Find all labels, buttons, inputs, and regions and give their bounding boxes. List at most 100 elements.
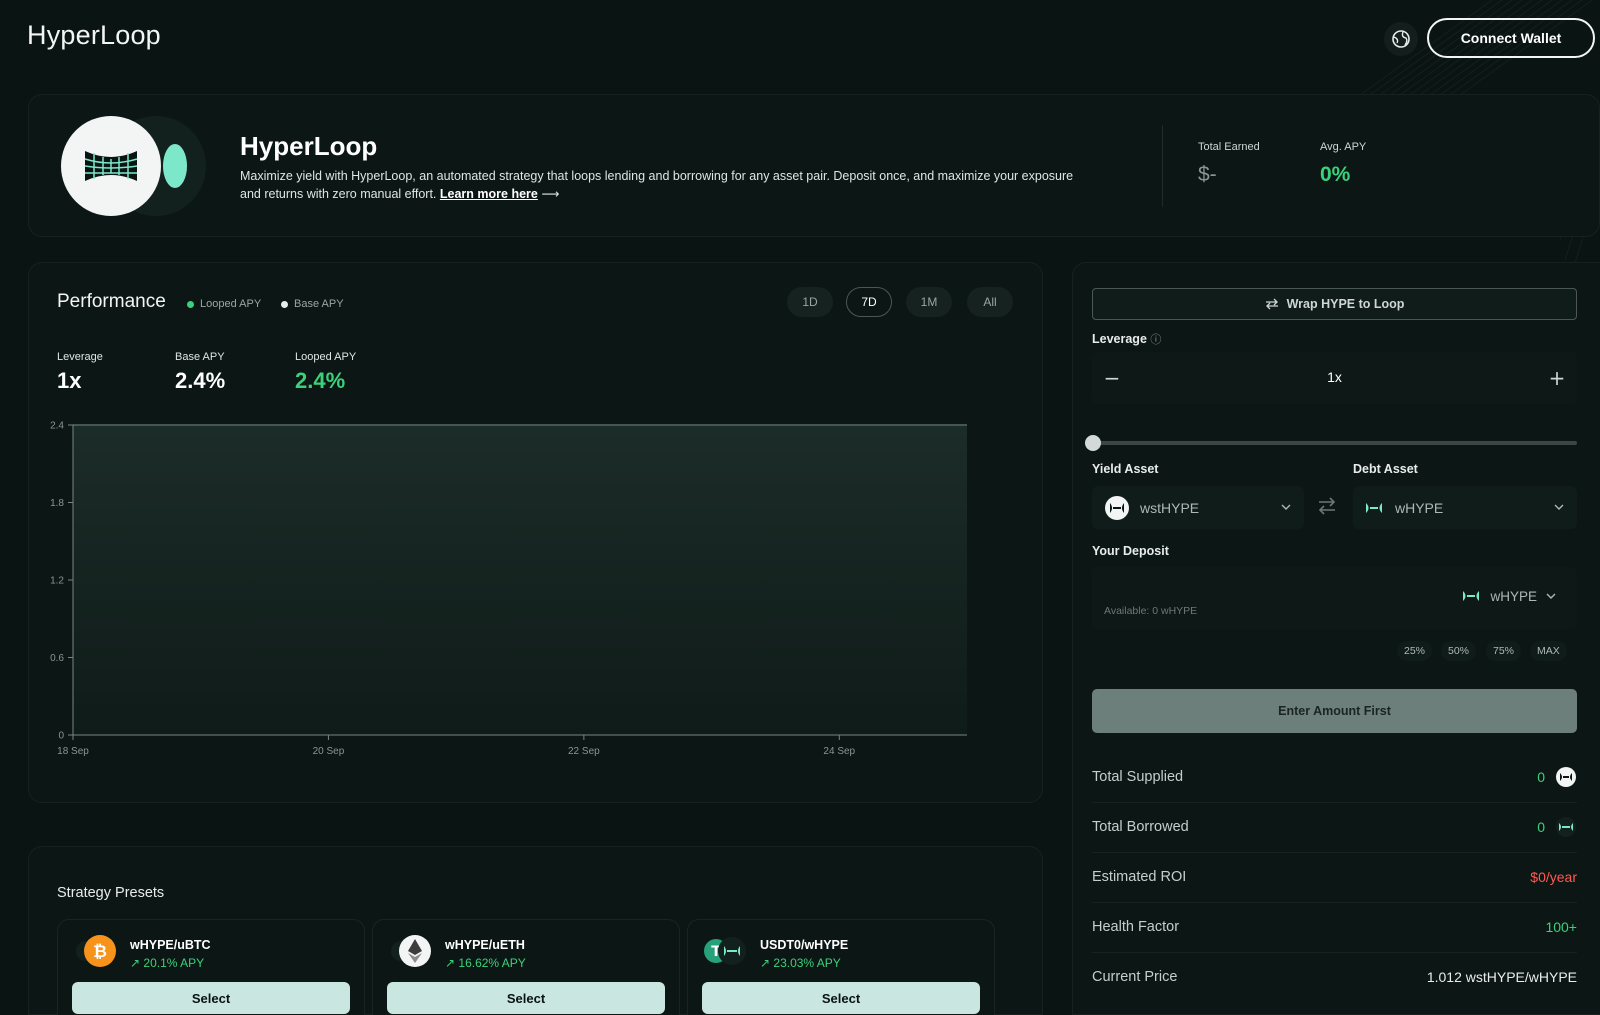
debt-asset-select[interactable]: wHYPE <box>1353 486 1577 529</box>
preset-card-whype-ubtc: ₿ wHYPE/uBTC ↗ 20.1% APY Select <box>57 919 365 1015</box>
estimated-roi-row: Estimated ROI $0/year <box>1092 853 1577 903</box>
percent-50-button[interactable]: 50% <box>1441 641 1477 661</box>
preset-apy: ↗ 23.03% APY <box>760 956 841 970</box>
svg-text:₿: ₿ <box>93 942 107 962</box>
chevron-down-icon <box>1281 504 1291 510</box>
arrow-right-icon: ⟶ <box>541 187 560 201</box>
hero-divider <box>1162 125 1163 207</box>
yield-asset-label: Yield Asset <box>1092 462 1159 476</box>
preset-apy: ↗ 20.1% APY <box>130 956 205 970</box>
y-tick-label: 1.8 <box>50 498 64 509</box>
preset-apy-value: 16.62% APY <box>458 956 526 970</box>
whype-token-icon <box>1556 817 1576 837</box>
y-tick-label: 2.4 <box>50 421 64 432</box>
leverage-label-text: Leverage <box>1092 332 1147 346</box>
swap-arrows-icon <box>1265 298 1278 310</box>
total-supplied-row: Total Supplied 0 <box>1092 753 1577 803</box>
preset-apy: ↗ 16.62% APY <box>445 956 526 970</box>
avg-apy-label: Avg. APY <box>1320 141 1367 153</box>
x-tick-label: 18 Sep <box>57 746 89 757</box>
total-earned-label: Total Earned <box>1198 141 1260 153</box>
leverage-label: Leverage ⓘ <box>1092 331 1161 347</box>
brand-logo[interactable]: HyperLoop <box>27 20 161 51</box>
deposit-token-value: wHYPE <box>1490 588 1537 604</box>
total-supplied-label: Total Supplied <box>1092 769 1184 785</box>
increase-leverage-button[interactable]: + <box>1541 362 1573 394</box>
yield-asset-select[interactable]: wstHYPE <box>1092 486 1304 529</box>
health-factor-row: Health Factor 100+ <box>1092 903 1577 953</box>
wrap-hype-button[interactable]: Wrap HYPE to Loop <box>1092 288 1577 320</box>
chevron-down-icon <box>1554 504 1564 510</box>
deposit-token-select[interactable]: wHYPE <box>1460 585 1557 607</box>
total-supplied-value: 0 <box>1537 769 1545 785</box>
yield-asset-value: wstHYPE <box>1140 499 1200 516</box>
preset-card-usdt0-whype: T USDT0/wHYPE ↗ 23.03% APY Select <box>687 919 995 1015</box>
hero-description-text: Maximize yield with HyperLoop, an automa… <box>240 169 1074 201</box>
wrap-hype-label: Wrap HYPE to Loop <box>1286 297 1405 311</box>
percent-25-button[interactable]: 25% <box>1397 641 1433 661</box>
preset-card-whype-ueth: wHYPE/uETH ↗ 16.62% APY Select <box>372 919 680 1015</box>
strategy-presets-title: Strategy Presets <box>57 885 165 901</box>
health-factor-value: 100+ <box>1545 919 1577 935</box>
avg-apy-value: 0% <box>1320 163 1351 186</box>
preset-name: USDT0/wHYPE <box>760 938 849 952</box>
total-borrowed-label: Total Borrowed <box>1092 819 1189 835</box>
swap-assets-icon[interactable] <box>1316 495 1338 522</box>
current-price-value: 1.012 wstHYPE/wHYPE <box>1426 969 1577 985</box>
deposit-amount-input[interactable]: Available: 0 wHYPE wHYPE <box>1092 567 1577 629</box>
performance-chart: 0 0.6 1.2 1.8 2.4 18 Sep 20 Sep 22 Sep 24 Sep <box>50 421 967 757</box>
info-icon[interactable]: ⓘ <box>1150 334 1161 346</box>
performance-card: Performance Looped APY Base APY 1D 7D 1M… <box>28 262 1043 803</box>
health-factor-label: Health Factor <box>1092 919 1180 935</box>
enter-amount-button[interactable]: Enter Amount First <box>1092 689 1577 733</box>
leverage-slider-handle[interactable] <box>1085 435 1101 451</box>
preset-apy-value: 23.03% APY <box>773 956 841 970</box>
your-deposit-label: Your Deposit <box>1092 544 1169 558</box>
hyperloop-logo-icon <box>61 116 206 216</box>
deposit-available: Available: 0 wHYPE <box>1104 605 1198 617</box>
x-tick-label: 22 Sep <box>568 746 600 757</box>
current-price-label: Current Price <box>1092 969 1178 985</box>
wsthype-token-icon <box>1556 767 1576 787</box>
y-tick-label: 0 <box>58 731 64 742</box>
total-borrowed-row: Total Borrowed 0 <box>1092 803 1577 853</box>
debt-asset-value: wHYPE <box>1395 499 1444 516</box>
leverage-stepper: − 1x + <box>1092 352 1577 404</box>
hero-description: Maximize yield with HyperLoop, an automa… <box>240 167 1080 203</box>
leverage-slider[interactable] <box>1092 441 1577 445</box>
preset-name: wHYPE/uBTC <box>130 938 211 952</box>
estimated-roi-value: $0/year <box>1530 869 1577 885</box>
preset-select-button[interactable]: Select <box>702 982 980 1014</box>
y-tick-label: 0.6 <box>50 653 64 664</box>
learn-more-link[interactable]: Learn more here <box>440 187 538 201</box>
hero-card: HyperLoop Maximize yield with HyperLoop,… <box>28 94 1600 237</box>
preset-select-button[interactable]: Select <box>387 982 665 1014</box>
debt-asset-label: Debt Asset <box>1353 462 1418 476</box>
whype-token-icon <box>1366 502 1382 513</box>
total-borrowed-value: 0 <box>1537 819 1545 835</box>
percent-max-button[interactable]: MAX <box>1530 641 1567 661</box>
preset-apy-value: 20.1% APY <box>143 956 205 970</box>
top-bar: HyperLoop Connect Wallet <box>0 0 1600 80</box>
preset-name: wHYPE/uETH <box>445 938 525 952</box>
percent-75-button[interactable]: 75% <box>1486 641 1522 661</box>
wsthype-token-icon <box>1105 495 1129 520</box>
hero-title: HyperLoop <box>240 131 378 161</box>
usdt-icon: T <box>704 937 746 965</box>
total-earned-value: $- <box>1198 163 1217 186</box>
current-price-row: Current Price 1.012 wstHYPE/wHYPE <box>1092 953 1577 1003</box>
y-tick-label: 1.2 <box>50 576 64 587</box>
whype-token-icon <box>1463 591 1480 601</box>
connect-wallet-button[interactable]: Connect Wallet <box>1427 18 1595 58</box>
strategy-presets-card: Strategy Presets ₿ wHYPE/uBTC ↗ 20.1% AP… <box>28 846 1043 1015</box>
loop-panel: Wrap HYPE to Loop Leverage ⓘ − 1x + Yiel… <box>1072 262 1600 1015</box>
globe-icon[interactable] <box>1384 22 1418 56</box>
leverage-stepper-value: 1x <box>1327 369 1342 385</box>
looped-apy-area <box>73 425 967 735</box>
preset-select-button[interactable]: Select <box>72 982 350 1014</box>
bitcoin-icon: ₿ <box>76 935 116 967</box>
x-tick-label: 24 Sep <box>823 746 855 757</box>
estimated-roi-label: Estimated ROI <box>1092 869 1187 885</box>
ethereum-icon <box>391 935 431 967</box>
chevron-down-icon <box>1546 593 1556 599</box>
